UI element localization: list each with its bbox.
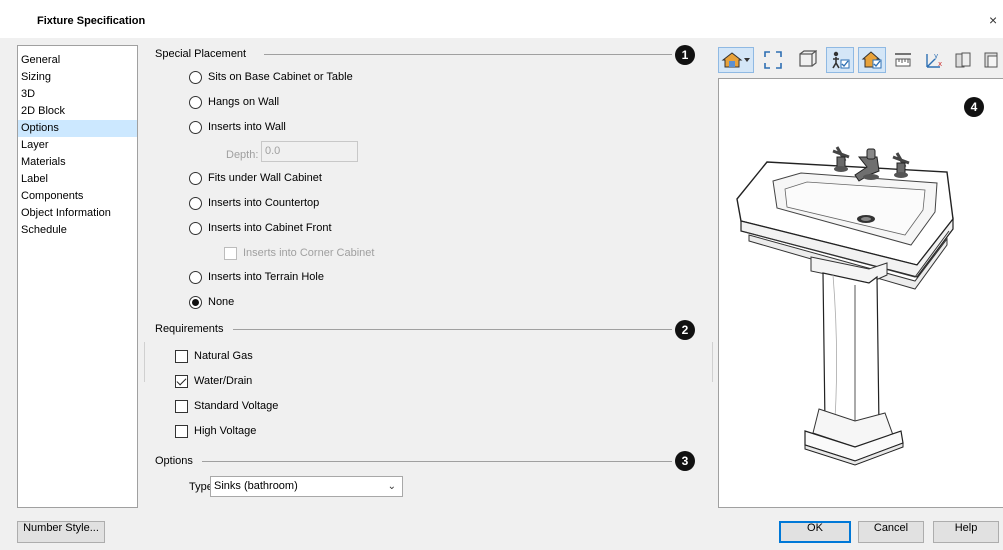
- nav-item-schedule[interactable]: Schedule: [18, 222, 137, 239]
- chevron-down-icon: ⌄: [387, 481, 396, 492]
- radio-label: Hangs on Wall: [208, 96, 280, 108]
- radio-inserts-into-terrain-hole[interactable]: Inserts into Terrain Hole: [189, 269, 324, 285]
- view-options-button[interactable]: [980, 47, 1002, 73]
- radio-icon[interactable]: [189, 171, 202, 185]
- fill-window-icon: [764, 51, 782, 69]
- svg-text:x: x: [938, 60, 942, 68]
- radio-icon[interactable]: [189, 120, 202, 134]
- title-bar: Fixture Specification ×: [0, 0, 1003, 38]
- radio-label: Inserts into Cabinet Front: [208, 222, 332, 234]
- checkbox-standard-voltage[interactable]: Standard Voltage: [175, 398, 278, 414]
- checkbox-label: Standard Voltage: [194, 400, 279, 412]
- checkbox-label: Water/Drain: [194, 375, 253, 387]
- options-header: Options: [155, 455, 193, 467]
- 3d-preview[interactable]: 4: [718, 78, 1003, 508]
- nav-item-3d[interactable]: 3D: [18, 86, 137, 103]
- axes-button[interactable]: y x: [920, 47, 946, 73]
- render-mode-icon: [721, 52, 750, 68]
- cancel-button[interactable]: Cancel: [858, 521, 924, 543]
- ruler-icon: [895, 53, 911, 67]
- camera-button[interactable]: [826, 47, 854, 73]
- orbit-icon: [799, 50, 817, 67]
- render-mode-button[interactable]: [718, 47, 754, 73]
- ok-button[interactable]: OK: [779, 521, 851, 543]
- color-icon: [861, 51, 882, 69]
- ruler-button[interactable]: [890, 47, 916, 73]
- radio-inserts-into-wall[interactable]: Inserts into Wall: [189, 119, 286, 135]
- checkbox-icon[interactable]: [175, 424, 188, 438]
- type-dropdown[interactable]: Sinks (bathroom) ⌄: [210, 476, 403, 497]
- group-divider: [202, 461, 672, 462]
- radio-label: Inserts into Terrain Hole: [208, 271, 324, 283]
- radio-icon[interactable]: [189, 221, 202, 235]
- radio-icon[interactable]: [189, 295, 202, 309]
- checkbox-label: Inserts into Corner Cabinet: [243, 247, 375, 259]
- special-placement-header: Special Placement: [155, 48, 247, 60]
- radio-sits-on-base-cabinet[interactable]: Sits on Base Cabinet or Table: [189, 69, 353, 85]
- checkbox-natural-gas[interactable]: Natural Gas: [175, 348, 253, 364]
- window-title: Fixture Specification: [37, 15, 146, 27]
- fill-window-button[interactable]: [760, 47, 786, 73]
- depth-label: Depth:: [226, 149, 259, 161]
- view-options-icon: [984, 52, 998, 68]
- orbit-button[interactable]: [794, 47, 820, 73]
- radio-hangs-on-wall[interactable]: Hangs on Wall: [189, 94, 279, 110]
- checkbox-icon[interactable]: [175, 374, 188, 388]
- nav-item-layer[interactable]: Layer: [18, 137, 137, 154]
- radio-label: Inserts into Wall: [208, 121, 286, 133]
- nav-item-label[interactable]: Label: [18, 171, 137, 188]
- checkbox-water-drain[interactable]: Water/Drain: [175, 373, 252, 389]
- radio-inserts-into-countertop[interactable]: Inserts into Countertop: [189, 195, 319, 211]
- radio-icon[interactable]: [189, 95, 202, 109]
- nav-item-2d-block[interactable]: 2D Block: [18, 103, 137, 120]
- checkbox-icon[interactable]: [224, 246, 237, 260]
- nav-item-general[interactable]: General: [18, 52, 137, 69]
- camera-icon: [832, 51, 850, 69]
- nav-item-materials[interactable]: Materials: [18, 154, 137, 171]
- depth-field[interactable]: 0.0: [261, 141, 358, 162]
- callout-badge-3: 3: [675, 451, 695, 471]
- close-icon[interactable]: ×: [989, 12, 1003, 28]
- callout-badge-4: 4: [964, 97, 984, 117]
- category-list: General Sizing 3D 2D Block Options Layer…: [17, 45, 138, 508]
- nav-item-components[interactable]: Components: [18, 188, 137, 205]
- requirements-header: Requirements: [155, 323, 224, 335]
- number-style-button[interactable]: Number Style...: [17, 521, 105, 543]
- color-button[interactable]: [858, 47, 886, 73]
- radio-none[interactable]: None: [189, 294, 234, 310]
- group-divider: [264, 54, 672, 55]
- radio-label: Fits under Wall Cabinet: [208, 172, 322, 184]
- radio-icon[interactable]: [189, 70, 202, 84]
- radio-icon[interactable]: [189, 196, 202, 210]
- layers-icon: [955, 52, 971, 68]
- splitter-left: [144, 342, 145, 382]
- type-dropdown-value: Sinks (bathroom): [214, 480, 298, 492]
- checkbox-icon[interactable]: [175, 349, 188, 363]
- checkbox-label: High Voltage: [194, 425, 257, 437]
- group-divider: [233, 329, 672, 330]
- nav-item-sizing[interactable]: Sizing: [18, 69, 137, 86]
- checkbox-icon[interactable]: [175, 399, 188, 413]
- pedestal-sink-image: [736, 146, 954, 466]
- axes-icon: y x: [926, 52, 942, 68]
- radio-label: None: [208, 296, 235, 308]
- nav-item-options[interactable]: Options: [18, 120, 137, 137]
- layers-button[interactable]: [950, 47, 976, 73]
- checkbox-high-voltage[interactable]: High Voltage: [175, 423, 256, 439]
- radio-label: Sits on Base Cabinet or Table: [208, 71, 353, 83]
- radio-inserts-into-cabinet-front[interactable]: Inserts into Cabinet Front: [189, 220, 332, 236]
- help-button[interactable]: Help: [933, 521, 999, 543]
- svg-text:y: y: [934, 52, 938, 60]
- callout-badge-1: 1: [675, 45, 695, 65]
- callout-badge-2: 2: [675, 320, 695, 340]
- radio-icon[interactable]: [189, 270, 202, 284]
- splitter-right: [712, 342, 713, 382]
- nav-item-object-information[interactable]: Object Information: [18, 205, 137, 222]
- checkbox-label: Natural Gas: [194, 350, 253, 362]
- checkbox-inserts-into-corner-cabinet[interactable]: Inserts into Corner Cabinet: [224, 245, 374, 261]
- radio-label: Inserts into Countertop: [208, 197, 320, 209]
- radio-fits-under-wall-cabinet[interactable]: Fits under Wall Cabinet: [189, 170, 322, 186]
